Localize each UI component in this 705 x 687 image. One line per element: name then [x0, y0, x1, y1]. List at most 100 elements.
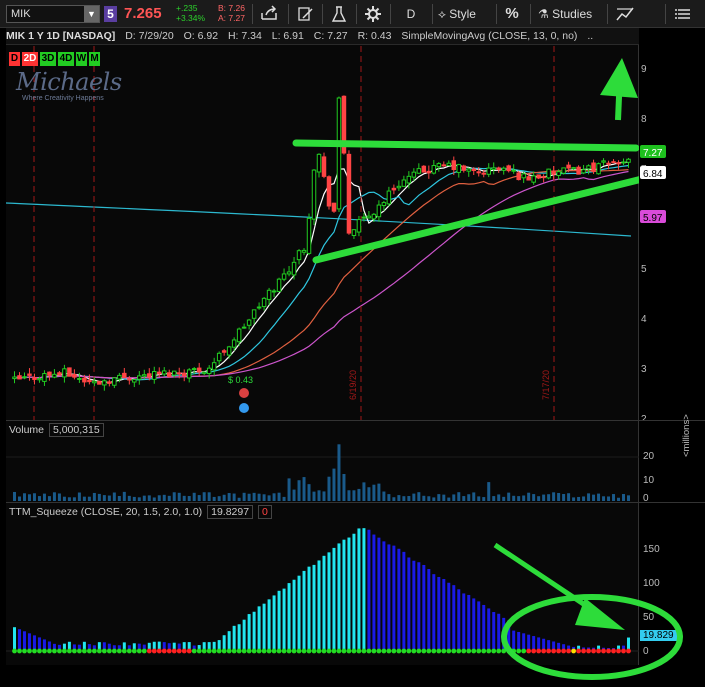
candle-body [17, 375, 22, 380]
candle-body [176, 372, 182, 375]
volume-bar [297, 480, 301, 501]
aggregation-button[interactable]: 4D [58, 52, 74, 66]
candle-body [521, 173, 526, 179]
squeeze-dot [141, 648, 147, 654]
squeeze-dot [371, 648, 377, 654]
squeeze-dot [81, 648, 87, 654]
squeeze-dot [361, 648, 367, 654]
squeeze-dot [316, 648, 322, 654]
squeeze-dot [621, 648, 626, 654]
candle-body [321, 156, 327, 177]
style-label: Style [449, 7, 476, 21]
candle-body [201, 371, 207, 374]
squeeze-histogram-bar [17, 629, 21, 651]
squeeze-histogram-bar [527, 634, 531, 651]
volume-bar [267, 495, 271, 501]
candle-body [311, 169, 317, 220]
squeeze-dot [57, 648, 62, 654]
gear-icon[interactable] [362, 3, 384, 25]
percent-button[interactable]: % [501, 3, 523, 25]
link-group-button[interactable]: 5 [104, 6, 117, 22]
squeeze-histogram-bar [492, 612, 496, 651]
squeeze-dot [431, 648, 437, 654]
squeeze-histogram-bar [292, 579, 296, 651]
candle-body [456, 164, 462, 173]
volume-bar [322, 491, 326, 501]
squeeze-histogram-bar [227, 631, 231, 651]
volume-bar [132, 496, 136, 501]
candle-body [501, 167, 506, 171]
candle-body [406, 175, 412, 184]
symbol-dropdown-button[interactable]: ▼ [84, 6, 99, 22]
candle-body [626, 158, 631, 163]
volume-bar [627, 495, 631, 501]
squeeze-dot [586, 648, 591, 654]
candle-body [301, 249, 307, 253]
menu-list-icon[interactable] [672, 3, 694, 25]
squeeze-dot [426, 648, 432, 654]
volume-bar [177, 492, 181, 501]
more-studies[interactable]: .. [587, 30, 593, 42]
timeframe-button[interactable]: D [398, 3, 424, 25]
aggregation-button[interactable]: W [76, 52, 87, 66]
squeeze-dot [421, 648, 427, 654]
squeeze-panel[interactable]: TTM_Squeeze (CLOSE, 20, 1.5, 2.0, 1.0) 1… [6, 502, 639, 665]
flask-icon[interactable] [328, 3, 350, 25]
date-label: 7/17/20 [541, 370, 551, 400]
candle-body [331, 202, 337, 212]
separator [432, 4, 433, 24]
squeeze-dot [296, 648, 302, 654]
squeeze-histogram-bar [267, 599, 271, 651]
bar-high: H: 7.34 [227, 30, 262, 42]
volume-bar [62, 496, 66, 501]
squeeze-dot [201, 648, 207, 654]
aggregation-button[interactable]: 2D [22, 52, 38, 66]
squeeze-tick: 50 [643, 612, 655, 623]
aggregation-button[interactable]: 3D [40, 52, 56, 66]
share-icon[interactable] [258, 3, 280, 25]
support-line [312, 176, 639, 264]
drawing-tools-icon[interactable] [614, 3, 636, 25]
candle-body [22, 376, 27, 379]
volume-bar [137, 497, 141, 501]
volume-bar [257, 493, 261, 501]
squeeze-histogram-bar [357, 528, 361, 651]
volume-axis[interactable]: 20 10 0 <millions> [639, 414, 705, 504]
candle-body [256, 306, 262, 309]
candle-body [271, 290, 277, 293]
squeeze-dot [326, 648, 332, 654]
aggregation-button[interactable]: M [89, 52, 100, 66]
aggregation-button[interactable]: D [9, 52, 20, 66]
volume-bar [387, 494, 391, 501]
squeeze-histogram-bar [337, 543, 341, 651]
squeeze-dot [511, 648, 517, 654]
volume-bar [272, 493, 276, 501]
draw-icon[interactable] [294, 3, 316, 25]
squeeze-dot [171, 648, 177, 654]
volume-panel[interactable]: Volume 5,000,315 [6, 420, 639, 502]
studies-button[interactable]: ⚗ Studies [538, 3, 602, 25]
squeeze-dot [191, 648, 197, 654]
squeeze-dot [346, 648, 352, 654]
price-axis[interactable]: 98765432 [639, 28, 705, 420]
study-label: SimpleMovingAvg (CLOSE, 13, 0, no) [401, 30, 578, 42]
squeeze-dot [22, 648, 27, 654]
style-button[interactable]: ⟡ Style [438, 3, 494, 25]
squeeze-histogram-bar [522, 633, 526, 651]
squeeze-dot [456, 648, 462, 654]
squeeze-dot [32, 648, 37, 654]
squeeze-dot [366, 648, 372, 654]
squeeze-dot [76, 648, 82, 654]
volume-bar [242, 492, 246, 501]
squeeze-histogram-bar [397, 548, 401, 651]
squeeze-dot [541, 648, 547, 654]
candle-body [112, 377, 117, 386]
candle-body [226, 346, 232, 356]
candle-body [336, 97, 342, 210]
volume-bar [247, 493, 251, 501]
candle-body [191, 368, 197, 371]
squeeze-axis[interactable]: 150 100 50 0 19.829 [639, 502, 705, 665]
candle-body [306, 217, 312, 254]
studies-label: Studies [552, 7, 593, 21]
candle-body [436, 163, 442, 168]
